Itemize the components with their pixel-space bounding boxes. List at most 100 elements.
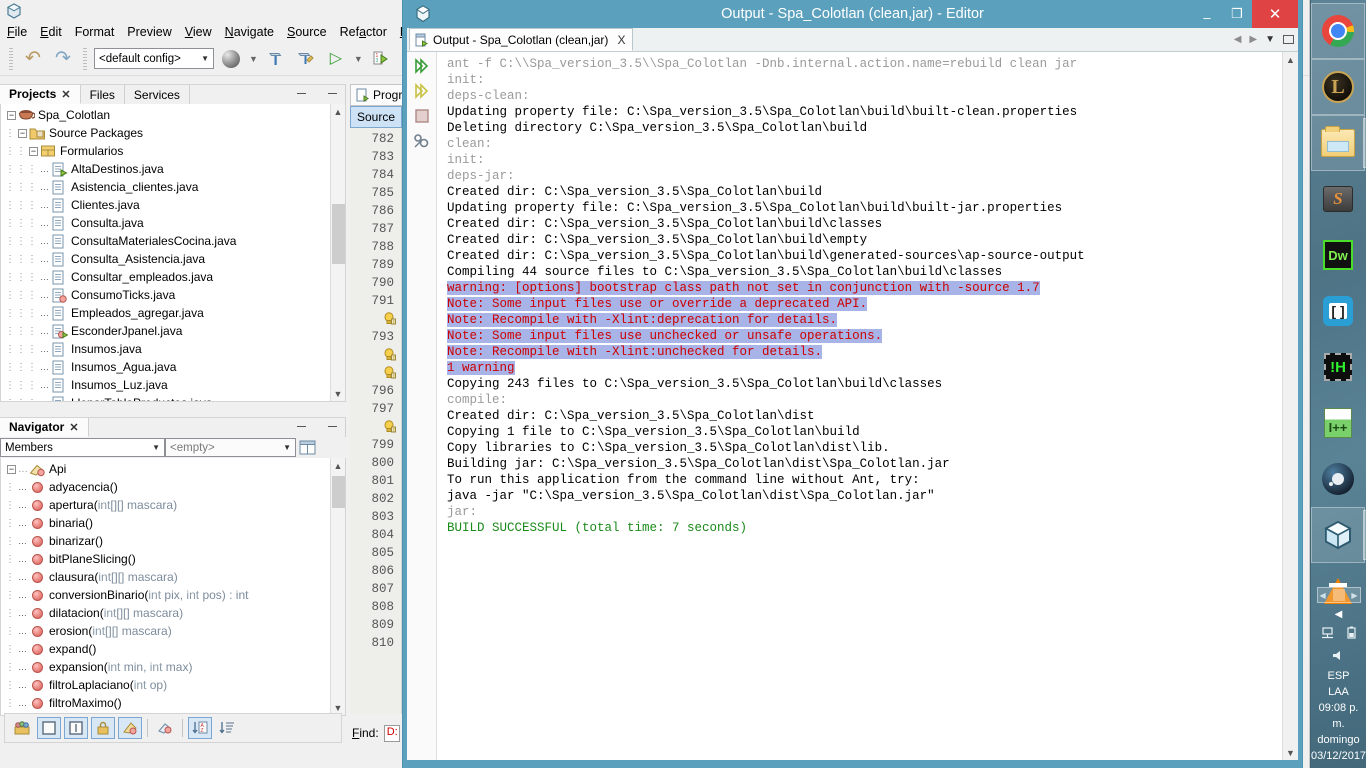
warning-hint-icon[interactable]: ! <box>383 312 396 325</box>
toolbar-grip[interactable] <box>9 47 13 70</box>
tray-language[interactable]: ESP <box>1311 668 1366 684</box>
navigator-member-item[interactable]: ⋮… binarizar() <box>5 532 345 550</box>
editor-source-tab[interactable]: Source <box>350 106 402 128</box>
navigator-member-item[interactable]: ⋮… bitPlaneSlicing() <box>5 550 345 568</box>
members-filter-combo[interactable]: Members ▼ <box>0 438 165 457</box>
taskbar-brackets[interactable] <box>1311 283 1365 339</box>
tab-services[interactable]: Services <box>124 85 190 104</box>
project-tree-item[interactable]: ⋮ ⋮ ⋮… Insumos_Agua.java <box>5 358 345 376</box>
scroll-up-icon[interactable]: ▲ <box>331 104 345 119</box>
menu-item-edit[interactable]: Edit <box>40 25 62 39</box>
settings-icon[interactable] <box>411 131 433 151</box>
chevron-right-icon[interactable]: ▶ <box>1249 34 1257 45</box>
scope-filter-combo[interactable]: <empty> ▼ <box>165 438 296 457</box>
clean-build-icon[interactable] <box>293 46 319 72</box>
menu-item-refactor[interactable]: Refactor <box>340 25 387 39</box>
chevron-down-icon[interactable]: ▼ <box>248 54 259 64</box>
navigator-member-item[interactable]: ⋮… binaria() <box>5 514 345 532</box>
project-tree-item[interactable]: ⋮ ⋮ ⋮… Consulta.java <box>5 214 345 232</box>
warning-hint-icon[interactable]: ! <box>383 366 396 379</box>
find-input[interactable]: D: <box>383 724 400 742</box>
taskbar-file-explorer[interactable] <box>1311 115 1366 171</box>
project-tree-item[interactable]: ⋮ ⋮ ⋮… Consultar_empleados.java <box>5 268 345 286</box>
project-tree-item[interactable]: ⋮ ⋮ ⋮… ConsultaMaterialesCocina.java <box>5 232 345 250</box>
scroll-up-icon[interactable]: ▲ <box>331 458 345 473</box>
toolbar-grip-2[interactable] <box>83 47 87 70</box>
stop-icon[interactable] <box>411 106 433 126</box>
taskbar-hackerrank[interactable]: !H <box>1311 339 1365 395</box>
tab-output-spa-colotlan[interactable]: Output - Spa_Colotlan (clean,jar) X <box>409 28 634 51</box>
chevron-left-icon[interactable]: ◀ <box>1234 34 1242 45</box>
taskbar-cpp-editor[interactable]: I++ <box>1311 395 1365 451</box>
tree-expander[interactable]: − <box>27 146 40 156</box>
menu-item-format[interactable]: Format <box>75 25 115 39</box>
project-config-combo[interactable]: <default config> ▼ <box>94 48 214 69</box>
maximize-button[interactable]: ❐ <box>1222 0 1252 28</box>
scrollbar-thumb[interactable] <box>332 204 345 264</box>
show-hidden-icons-icon[interactable]: ◀ <box>1335 609 1343 620</box>
chevron-down-icon[interactable]: ▼ <box>1265 34 1275 45</box>
scrollbar-thumb[interactable] <box>332 476 345 508</box>
output-scrollbar[interactable]: ▲ ▼ <box>1282 52 1298 760</box>
tree-expander[interactable]: − <box>5 110 18 120</box>
close-icon[interactable]: ✕ <box>61 88 70 101</box>
taskbar-netbeans[interactable] <box>1311 507 1366 563</box>
clock-day[interactable]: domingo <box>1311 732 1366 748</box>
navigator-member-item[interactable]: ⋮… dilatacion(int[][] mascara) <box>5 604 345 622</box>
minimize-icon[interactable] <box>297 425 306 427</box>
navigator-member-item[interactable]: ⋮… clausura(int[][] mascara) <box>5 568 345 586</box>
volume-icon[interactable] <box>1331 649 1346 665</box>
taskbar-chrome[interactable] <box>1311 3 1365 59</box>
minimize-group-icon[interactable] <box>328 425 337 427</box>
menu-item-navigate[interactable]: Navigate <box>225 25 274 39</box>
warning-hint-icon[interactable]: ! <box>383 420 396 433</box>
run-project-icon[interactable]: ▷ <box>323 46 349 72</box>
project-tree[interactable]: − Spa_Colotlan ⋮ − Source Packages ⋮ ⋮ − Formula… <box>1 104 345 401</box>
inspect-members-icon[interactable] <box>296 438 318 457</box>
taskbar-sublime-text[interactable]: S <box>1311 171 1365 227</box>
debug-project-icon[interactable]: 13 <box>368 46 394 72</box>
project-tree-scrollbar[interactable]: ▲ ▼ <box>330 104 345 401</box>
hammer-icon[interactable] <box>263 46 289 72</box>
project-tree-item[interactable]: ⋮ ⋮ ⋮… Clientes.java <box>5 196 345 214</box>
tray-keyboard-layout[interactable]: LAA <box>1311 684 1366 700</box>
navigator-member-item[interactable]: ⋮… adyacencia() <box>5 478 345 496</box>
project-tree-item[interactable]: ⋮ ⋮ ⋮… ConsumoTicks.java <box>5 286 345 304</box>
navigator-root-item[interactable]: −… Api <box>5 460 345 478</box>
menu-item-preview[interactable]: Preview <box>127 25 171 39</box>
warning-hint-icon[interactable]: ! <box>383 348 396 361</box>
project-tree-item[interactable]: ⋮ ⋮ ⋮… AltaDestinos.java <box>5 160 345 178</box>
taskbar-dreamweaver[interactable]: Dw <box>1311 227 1365 283</box>
menu-item-source[interactable]: Source <box>287 25 327 39</box>
project-tree-item[interactable]: ⋮ − Source Packages <box>5 124 345 142</box>
sort-alphabetically-icon[interactable]: AZ <box>188 717 212 739</box>
close-button[interactable]: ✕ <box>1252 0 1298 28</box>
project-tree-item[interactable]: ⋮ ⋮ ⋮… Asistencia_clientes.java <box>5 178 345 196</box>
tree-expander[interactable]: − <box>5 464 18 474</box>
navigator-scrollbar[interactable]: ▲ ▼ <box>330 458 345 715</box>
tab-projects[interactable]: Projects ✕ <box>0 85 81 104</box>
output-console-text[interactable]: ant -f C:\\Spa_version_3.5\\Spa_Colotlan… <box>437 52 1282 760</box>
chevron-down-icon-2[interactable]: ▼ <box>353 54 364 64</box>
project-tree-item[interactable]: ⋮ ⋮ ⋮… Empleados_agregar.java <box>5 304 345 322</box>
redo-icon[interactable]: ↷ <box>50 46 76 72</box>
show-hidden-icons-row[interactable]: ◀ <box>1311 606 1366 623</box>
navigator-member-item[interactable]: ⋮… conversionBinario(int pix, int pos) : … <box>5 586 345 604</box>
scroll-down-icon[interactable]: ▼ <box>1283 745 1298 760</box>
tab-files[interactable]: Files <box>80 85 125 104</box>
navigator-member-item[interactable]: ⋮… expansion(int min, int max) <box>5 658 345 676</box>
project-tree-item[interactable]: ⋮ ⋮ ⋮… EsconderJpanel.java <box>5 322 345 340</box>
globe-icon[interactable] <box>218 46 244 72</box>
rerun-alt-icon[interactable] <box>411 81 433 101</box>
maximize-tab-icon[interactable] <box>1283 35 1294 44</box>
sort-by-source-icon[interactable] <box>215 717 239 739</box>
show-inner-classes-icon[interactable] <box>153 717 177 739</box>
navigator-member-item[interactable]: ⋮… erosion(int[][] mascara) <box>5 622 345 640</box>
volume-row[interactable] <box>1311 646 1366 668</box>
taskbar-league-of-legends[interactable]: L <box>1311 59 1365 115</box>
show-fields-icon[interactable] <box>37 717 61 739</box>
tab-navigator[interactable]: Navigator ✕ <box>0 418 89 437</box>
clock-date[interactable]: 03/12/2017 <box>1311 748 1366 768</box>
navigator-member-tree[interactable]: −… Api ⋮… adyacencia() ⋮… apertura(int[][] ma… <box>1 458 345 712</box>
project-tree-item[interactable]: ⋮⋮⋮…LlenarTablaProductos.java <box>5 394 345 401</box>
